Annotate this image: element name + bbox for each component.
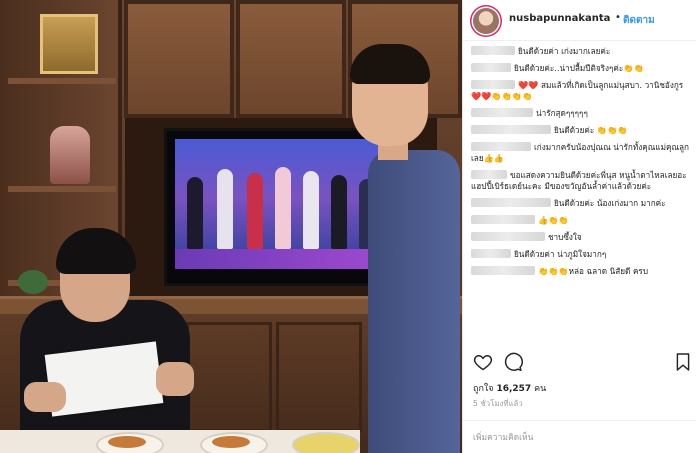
comment-text: ยินดีด้วยค่ะ น้องเก่งมาก มากค่ะ [554, 198, 666, 208]
comments-list[interactable]: ยินดีด้วยค่า เก่งมากเลยค่ะ ยินดีด้วยค่ะ.… [471, 46, 693, 342]
comment: ยินดีด้วยค่ะ 👏👏👏 [471, 125, 693, 136]
comment-text: ยินดีด้วยค่า น่าภูมิใจมากๆ [514, 249, 607, 259]
figurine [50, 126, 90, 184]
likes-prefix: ถูกใจ [473, 384, 494, 394]
username-link[interactable]: nusbapunnakanta [509, 13, 610, 24]
comment: 👏👏👏หล่อ ฉลาด นิสัยดี ครบ [471, 266, 693, 277]
comment: ยินดีด้วยค่ะ..น่าปลื้มปีติจริงๆค่ะ👏👏 [471, 63, 693, 74]
tv-caption-band [175, 249, 393, 269]
man-shirt [368, 150, 460, 453]
comment-icon[interactable] [503, 352, 523, 372]
comment: ❤️❤️ สมแล้วที่เกิดเป็นลูกแม่นุสบา. วานิช… [471, 80, 693, 102]
comment: 👍👏👏 [471, 215, 693, 226]
divider [463, 420, 696, 421]
comment-text: ยินดีด้วยค่ะ 👏👏👏 [554, 125, 628, 135]
comment: ชาบซึ้งใจ [471, 232, 693, 243]
hand [156, 362, 194, 396]
follow-button[interactable]: ติดตาม [623, 13, 655, 28]
blurred-username [471, 80, 515, 89]
blurred-username [471, 198, 551, 207]
comment: ยินดีด้วยค่า เก่งมากเลยค่ะ [471, 46, 693, 57]
blurred-username [471, 46, 515, 55]
blurred-username [471, 249, 511, 258]
tv-screen [175, 139, 393, 269]
blurred-username [471, 170, 507, 179]
comment-text: น่ารักสุดๆๆๆๆๆ [536, 108, 588, 118]
comment: น่ารักสุดๆๆๆๆๆ [471, 108, 693, 119]
post-sidebar: nusbapunnakanta • ติดตาม ยินดีด้วยค่า เก… [462, 0, 696, 453]
cabinet-door [124, 0, 234, 118]
blurred-username [471, 215, 535, 224]
comment: เก่งมากครับน้องปุณณ น่ารักทั้งคุณแม่คุณล… [471, 142, 693, 164]
comment: ยินดีด้วยค่า น่าภูมิใจมากๆ [471, 249, 693, 260]
heart-icon[interactable] [473, 352, 493, 372]
comment: ขอแสดงความยินดีด้วยค่ะพี่นุส หนูน้ำตาไหล… [471, 170, 693, 192]
cabinet-door [236, 0, 346, 118]
separator-dot: • [615, 12, 621, 23]
likes-number: 16,257 [496, 384, 532, 394]
post-photo[interactable] [0, 0, 462, 453]
blurred-username [471, 63, 511, 72]
blurred-username [471, 125, 551, 134]
plant [18, 270, 48, 294]
likes-suffix: คน [534, 384, 547, 394]
action-bar [463, 346, 696, 376]
post-header: nusbapunnakanta • ติดตาม [463, 0, 696, 41]
framed-picture [40, 14, 98, 74]
comment-text: 👍👏👏 [538, 215, 569, 225]
blurred-username [471, 108, 533, 117]
comment-text: ชาบซึ้งใจ [548, 232, 582, 242]
likes-count[interactable]: ถูกใจ 16,257 คน [473, 381, 546, 395]
instagram-post: nusbapunnakanta • ติดตาม ยินดีด้วยค่า เก… [0, 0, 696, 453]
avatar[interactable] [473, 8, 499, 34]
blurred-username [471, 232, 545, 241]
blurred-username [471, 142, 531, 151]
hand [24, 382, 66, 412]
bookmark-icon[interactable] [675, 352, 691, 372]
post-timestamp: 5 ชั่วโมงที่แล้ว [473, 399, 523, 408]
blurred-username [471, 266, 535, 275]
comment-text: 👏👏👏หล่อ ฉลาด นิสัยดี ครบ [538, 266, 649, 276]
comment: ยินดีด้วยค่ะ น้องเก่งมาก มากค่ะ [471, 198, 693, 209]
comment-text: ยินดีด้วยค่ะ..น่าปลื้มปีติจริงๆค่ะ👏👏 [514, 63, 644, 73]
comment-text: ยินดีด้วยค่า เก่งมากเลยค่ะ [518, 46, 611, 56]
add-comment-input[interactable]: เพิ่มความคิดเห็น [473, 430, 533, 444]
